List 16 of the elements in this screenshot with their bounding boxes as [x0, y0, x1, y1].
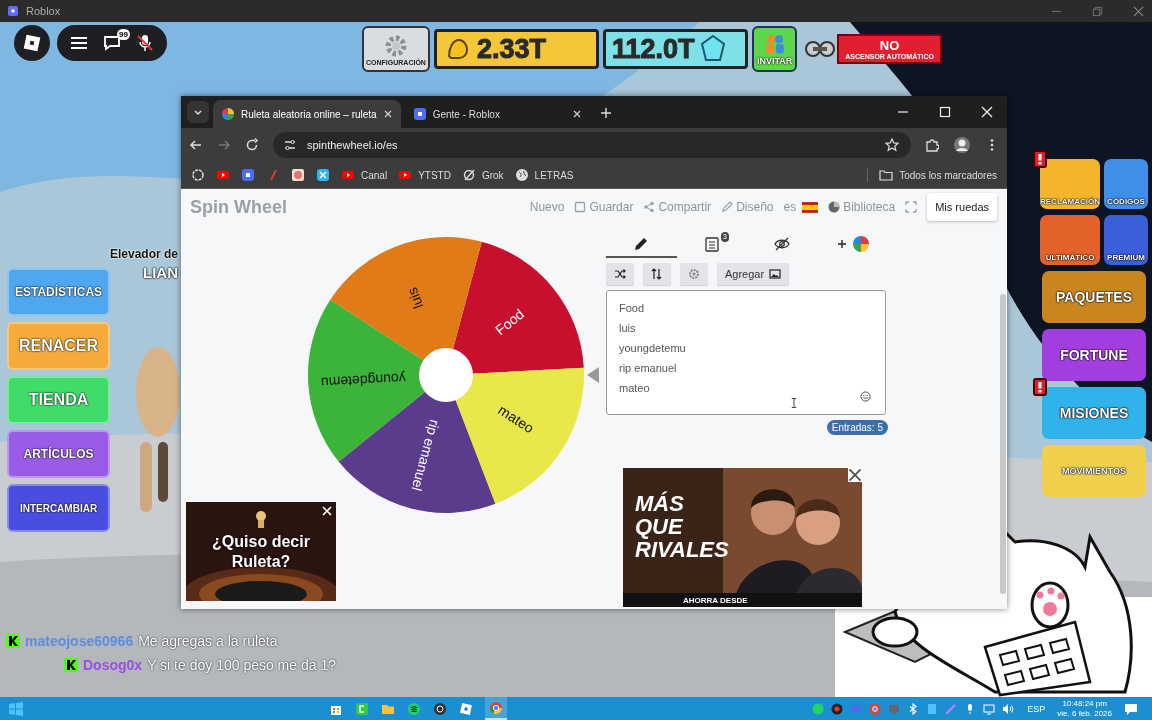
notification-icon[interactable]	[1124, 701, 1138, 716]
app-tile-icon[interactable]	[355, 701, 370, 716]
browser-taskbar-button[interactable]	[485, 697, 508, 720]
language-indicator[interactable]: ESP	[1027, 703, 1046, 714]
clock-time[interactable]: 10:48:24 pm	[1062, 698, 1107, 709]
music-app-icon[interactable]	[407, 701, 422, 716]
window-title: Roblox	[26, 5, 61, 17]
app-icon	[6, 4, 20, 18]
start-icon[interactable]	[8, 700, 24, 717]
restore-icon[interactable]	[1092, 5, 1103, 17]
speaker-icon[interactable]	[1002, 702, 1015, 715]
browser-icon	[489, 700, 504, 715]
browser-icon[interactable]	[869, 702, 882, 715]
clock-date[interactable]: vie. 6 feb. 2026	[1057, 708, 1112, 719]
record-app-icon[interactable]	[433, 701, 448, 716]
bluetooth-icon[interactable]	[907, 702, 920, 715]
